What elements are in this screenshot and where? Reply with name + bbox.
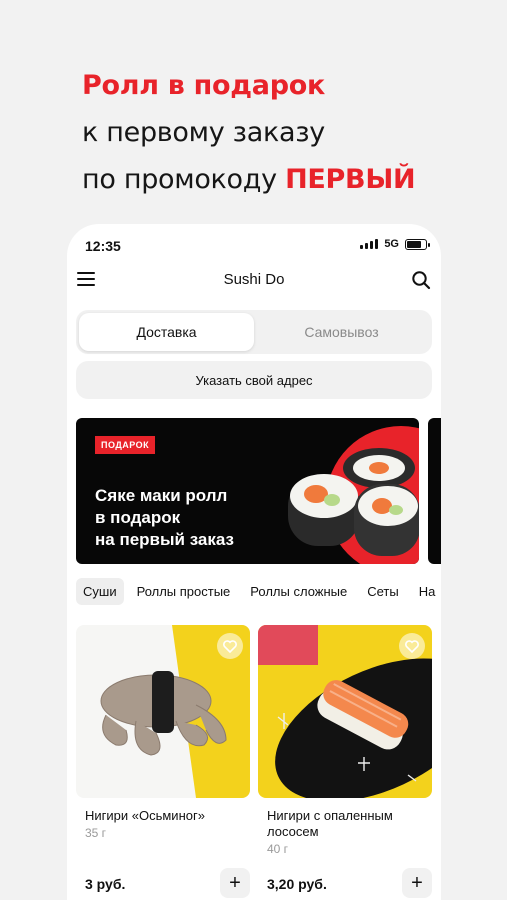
- add-to-cart-button[interactable]: +: [220, 868, 250, 898]
- app-title: Sushi Do: [223, 271, 285, 288]
- tab-pickup[interactable]: Самовывоз: [254, 313, 429, 351]
- category-tabs: Суши Роллы простые Роллы сложные Сеты На: [76, 578, 441, 605]
- product-price: 3,20 руб.: [267, 876, 327, 892]
- network-type: 5G: [384, 238, 399, 250]
- product-name: Нигири с опаленным лососем: [267, 808, 393, 839]
- category-sets[interactable]: Сеты: [360, 578, 405, 605]
- tab-delivery[interactable]: Доставка: [79, 313, 254, 351]
- promo-line-3: по промокоду ПЕРВЫЙ: [82, 156, 416, 203]
- promo-line-1: Ролл в подарок: [82, 70, 326, 101]
- set-address-button[interactable]: Указать свой адрес: [76, 361, 432, 399]
- promo-line-3-prefix: по промокоду: [82, 164, 286, 195]
- status-time: 12:35: [85, 238, 121, 254]
- category-sushi[interactable]: Суши: [76, 578, 124, 605]
- favorite-heart-icon[interactable]: [399, 633, 425, 659]
- delivery-mode-toggle: Доставка Самовывоз: [76, 310, 432, 354]
- app-bar: Sushi Do: [67, 264, 441, 296]
- banner-badge: ПОДАРОК: [95, 436, 156, 454]
- next-banner-peek[interactable]: [428, 418, 441, 564]
- product-card[interactable]: Нигири с опаленным лососем 40 г 3,20 руб…: [258, 625, 432, 898]
- product-image: [258, 625, 432, 798]
- product-weight: 40 г: [267, 842, 289, 856]
- promo-line-2: к первому заказу: [82, 117, 325, 148]
- favorite-heart-icon[interactable]: [217, 633, 243, 659]
- product-image: [76, 625, 250, 798]
- product-name: Нигири «Осьминог»: [85, 808, 205, 823]
- promo-code: ПЕРВЫЙ: [285, 164, 416, 195]
- product-price: 3 руб.: [85, 876, 126, 892]
- battery-icon: [405, 238, 430, 250]
- promo-headline: Ролл в подарок к первому заказу по промо…: [82, 62, 416, 203]
- signal-icon: [360, 239, 379, 249]
- search-icon[interactable]: [411, 270, 431, 290]
- category-complex-rolls[interactable]: Роллы сложные: [243, 578, 354, 605]
- category-more[interactable]: На: [412, 578, 441, 605]
- promo-banner[interactable]: ПОДАРОК Сяке маки ролл в подарок на перв…: [76, 418, 419, 564]
- sushi-roll-image: [288, 448, 419, 556]
- add-to-cart-button[interactable]: +: [402, 868, 432, 898]
- phone-screen: 12:35 5G Sushi Do Доставка Самовывоз Ука…: [67, 224, 441, 900]
- product-card[interactable]: Нигири «Осьминог» 35 г 3 руб. +: [76, 625, 250, 898]
- category-simple-rolls[interactable]: Роллы простые: [130, 578, 238, 605]
- status-bar: 12:35 5G: [67, 224, 441, 264]
- banner-title: Сяке маки ролл в подарок на первый заказ: [95, 486, 234, 549]
- product-weight: 35 г: [85, 826, 107, 840]
